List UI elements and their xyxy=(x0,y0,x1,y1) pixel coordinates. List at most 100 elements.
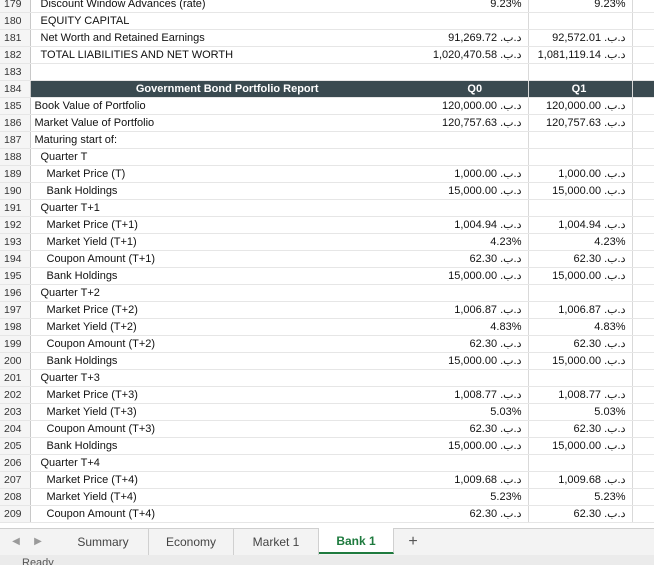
blank-cell[interactable] xyxy=(632,352,654,370)
row-label-cell[interactable]: Bank Holdings xyxy=(30,437,424,455)
q0-cell[interactable] xyxy=(424,284,529,302)
q0-cell[interactable]: د.ب.‏ 1,009.68 xyxy=(424,471,529,489)
blank-cell[interactable] xyxy=(632,233,654,251)
spreadsheet-grid[interactable]: 179 Discount Window Advances (rate) 9.23% 9… xyxy=(0,0,654,523)
q1-cell[interactable]: د.ب.‏ 15,000.00 xyxy=(528,352,633,370)
row-label-cell[interactable]: Market Price (T+4) xyxy=(30,471,424,489)
row-label-cell[interactable]: Market Price (T) xyxy=(30,165,424,183)
q0-cell[interactable]: د.ب.‏ 62.30 xyxy=(424,335,529,353)
blank-cell[interactable] xyxy=(632,29,654,47)
row-label-cell[interactable]: Quarter T+3 xyxy=(30,369,424,387)
blank-cell[interactable] xyxy=(632,301,654,319)
row-label-cell[interactable]: Maturing start of: xyxy=(30,131,424,149)
q0-cell[interactable]: 9.23% xyxy=(424,0,529,13)
blank-cell[interactable] xyxy=(632,80,654,98)
blank-cell[interactable] xyxy=(632,369,654,387)
blank-cell[interactable] xyxy=(632,488,654,506)
tab-bank-1[interactable]: Bank 1 xyxy=(319,528,394,554)
q1-cell[interactable]: د.ب.‏ 92,572.01 xyxy=(528,29,633,47)
q1-cell[interactable]: 9.23% xyxy=(528,0,633,13)
q0-cell[interactable] xyxy=(424,131,529,149)
blank-cell[interactable] xyxy=(632,148,654,166)
q1-cell[interactable]: د.ب.‏ 1,009.68 xyxy=(528,471,633,489)
q0-cell[interactable] xyxy=(424,454,529,472)
tab-economy[interactable]: Economy xyxy=(149,529,234,555)
q0-cell[interactable] xyxy=(424,199,529,217)
q1-cell[interactable]: د.ب.‏ 1,006.87 xyxy=(528,301,633,319)
q1-cell[interactable]: 4.83% xyxy=(528,318,633,336)
q1-cell[interactable]: د.ب.‏ 15,000.00 xyxy=(528,182,633,200)
blank-cell[interactable] xyxy=(632,335,654,353)
row-label-cell[interactable]: Quarter T+4 xyxy=(30,454,424,472)
blank-cell[interactable] xyxy=(632,386,654,404)
row-label-cell[interactable]: Market Yield (T+2) xyxy=(30,318,424,336)
row-label-cell[interactable]: Book Value of Portfolio xyxy=(30,97,424,115)
blank-cell[interactable] xyxy=(632,454,654,472)
blank-cell[interactable] xyxy=(632,63,654,81)
q1-cell[interactable]: د.ب.‏ 120,000.00 xyxy=(528,97,633,115)
blank-cell[interactable] xyxy=(632,46,654,64)
q1-cell[interactable] xyxy=(528,199,633,217)
row-label-cell[interactable]: Market Price (T+1) xyxy=(30,216,424,234)
row-label-cell[interactable]: Coupon Amount (T+2) xyxy=(30,335,424,353)
row-label-cell[interactable]: Bank Holdings xyxy=(30,182,424,200)
q1-cell[interactable] xyxy=(528,63,633,81)
tab-summary[interactable]: Summary xyxy=(58,529,149,555)
q0-cell[interactable] xyxy=(424,148,529,166)
q0-cell[interactable] xyxy=(424,369,529,387)
q1-cell[interactable] xyxy=(528,12,633,30)
row-label-cell[interactable]: Market Price (T+3) xyxy=(30,386,424,404)
q1-cell[interactable]: د.ب.‏ 62.30 xyxy=(528,335,633,353)
q1-cell[interactable]: د.ب.‏ 15,000.00 xyxy=(528,437,633,455)
q1-cell[interactable] xyxy=(528,148,633,166)
q0-cell[interactable]: د.ب.‏ 1,000.00 xyxy=(424,165,529,183)
row-label-cell[interactable]: Market Yield (T+4) xyxy=(30,488,424,506)
row-label-cell[interactable]: Market Yield (T+1) xyxy=(30,233,424,251)
q0-cell[interactable]: د.ب.‏ 15,000.00 xyxy=(424,267,529,285)
row-label-cell[interactable]: Quarter T xyxy=(30,148,424,166)
blank-cell[interactable] xyxy=(632,0,654,13)
blank-cell[interactable] xyxy=(632,165,654,183)
q1-cell[interactable]: Q1 xyxy=(528,80,633,98)
q1-cell[interactable]: د.ب.‏ 120,757.63 xyxy=(528,114,633,132)
q0-cell[interactable] xyxy=(424,12,529,30)
row-label-cell[interactable]: Coupon Amount (T+1) xyxy=(30,250,424,268)
row-label-cell[interactable]: Market Price (T+2) xyxy=(30,301,424,319)
q1-cell[interactable]: د.ب.‏ 62.30 xyxy=(528,505,633,523)
q1-cell[interactable]: د.ب.‏ 1,004.94 xyxy=(528,216,633,234)
q0-cell[interactable] xyxy=(424,63,529,81)
row-label-cell[interactable]: Coupon Amount (T+4) xyxy=(30,505,424,523)
row-label-cell[interactable]: Market Value of Portfolio xyxy=(30,114,424,132)
q1-cell[interactable]: 5.03% xyxy=(528,403,633,421)
row-label-cell[interactable]: EQUITY CAPITAL xyxy=(30,12,424,30)
q0-cell[interactable]: د.ب.‏ 15,000.00 xyxy=(424,352,529,370)
row-label-cell[interactable]: Bank Holdings xyxy=(30,267,424,285)
row-label-cell[interactable]: Quarter T+2 xyxy=(30,284,424,302)
q0-cell[interactable]: د.ب.‏ 15,000.00 xyxy=(424,437,529,455)
prev-sheet-icon[interactable]: ◀ xyxy=(10,535,22,549)
q0-cell[interactable]: د.ب.‏ 1,008.77 xyxy=(424,386,529,404)
q0-cell[interactable]: د.ب.‏ 62.30 xyxy=(424,250,529,268)
q1-cell[interactable] xyxy=(528,454,633,472)
q0-cell[interactable]: Q0 xyxy=(424,80,529,98)
blank-cell[interactable] xyxy=(632,471,654,489)
q0-cell[interactable]: د.ب.‏ 62.30 xyxy=(424,505,529,523)
q1-cell[interactable]: 5.23% xyxy=(528,488,633,506)
blank-cell[interactable] xyxy=(632,250,654,268)
q0-cell[interactable]: د.ب.‏ 120,000.00 xyxy=(424,97,529,115)
blank-cell[interactable] xyxy=(632,420,654,438)
row-label-cell[interactable]: Net Worth and Retained Earnings xyxy=(30,29,424,47)
blank-cell[interactable] xyxy=(632,114,654,132)
q1-cell[interactable] xyxy=(528,369,633,387)
tab-market-1[interactable]: Market 1 xyxy=(234,529,319,555)
q0-cell[interactable]: 4.23% xyxy=(424,233,529,251)
row-label-cell[interactable] xyxy=(30,63,424,81)
q0-cell[interactable]: 5.23% xyxy=(424,488,529,506)
blank-cell[interactable] xyxy=(632,437,654,455)
row-label-cell[interactable]: Quarter T+1 xyxy=(30,199,424,217)
blank-cell[interactable] xyxy=(632,318,654,336)
blank-cell[interactable] xyxy=(632,216,654,234)
q1-cell[interactable]: 4.23% xyxy=(528,233,633,251)
blank-cell[interactable] xyxy=(632,182,654,200)
q0-cell[interactable]: د.ب.‏ 1,020,470.58 xyxy=(424,46,529,64)
